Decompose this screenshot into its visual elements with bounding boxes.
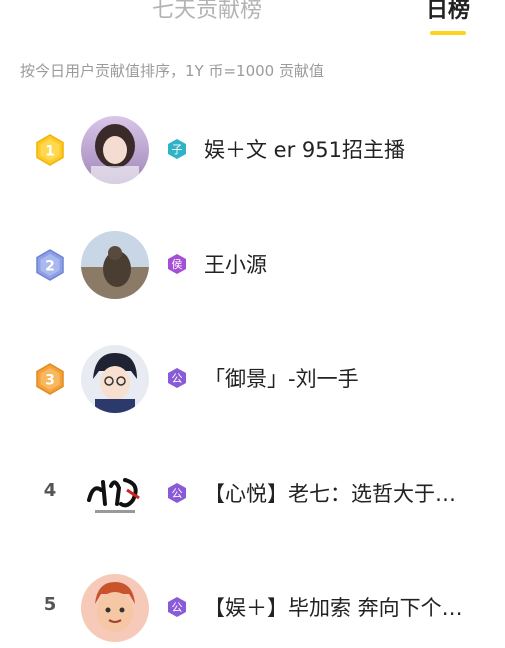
bronze-rank-badge-icon: 3 [36,363,64,395]
level-badge-icon: 子 [168,139,186,159]
user-name: 【心悦】老七：选哲大于… [204,482,456,506]
list-item[interactable]: 1 子 娱＋文 er 951招主播 [0,110,505,190]
user-name: 王小源 [204,253,267,277]
avatar-image [81,116,149,184]
active-tab-indicator [430,31,466,35]
silver-rank-badge-icon: 2 [36,249,64,281]
avatar-image [81,345,149,413]
tab-seven-day[interactable]: 七天贡献榜 [152,0,262,24]
list-item[interactable]: 5 公 【娱＋】毕加索 奔向下个… [0,568,505,648]
user-name: 「御景」-刘一手 [204,367,359,391]
avatar-image [81,231,149,299]
level-label: 子 [172,143,183,156]
level-label: 公 [172,601,183,614]
list-item[interactable]: 3 公 「御景」-刘一手 [0,339,505,419]
rank-number: 1 [45,144,55,160]
avatar[interactable] [81,231,149,299]
avatar-image [81,460,149,528]
user-name: 【娱＋】毕加索 奔向下个… [204,596,463,620]
level-badge-icon: 侯 [168,254,186,274]
ranking-description: 按今日用户贡献值排序，1Y 币=1000 贡献值 [20,62,324,80]
list-item[interactable]: 2 侯 王小源 [0,225,505,305]
list-item[interactable]: 4 公 【心悦】老七：选哲大于… [0,454,505,534]
gold-rank-badge-icon: 1 [36,134,64,166]
rank-number: 5 [43,594,57,615]
user-name: 娱＋文 er 951招主播 [204,138,405,162]
rank-number: 4 [43,480,57,501]
level-badge-icon: 公 [168,483,186,503]
avatar[interactable] [81,460,149,528]
avatar[interactable] [81,116,149,184]
level-label: 公 [172,372,183,385]
level-label: 公 [172,487,183,500]
avatar[interactable] [81,574,149,642]
rank-number: 2 [45,259,55,275]
avatar[interactable] [81,345,149,413]
avatar-image [81,574,149,642]
ranking-tabs: 七天贡献榜 日榜 [0,0,505,40]
level-badge-icon: 公 [168,597,186,617]
level-label: 侯 [172,257,183,271]
rank-number: 3 [45,373,55,389]
tab-daily[interactable]: 日榜 [426,0,470,24]
level-badge-icon: 公 [168,368,186,388]
